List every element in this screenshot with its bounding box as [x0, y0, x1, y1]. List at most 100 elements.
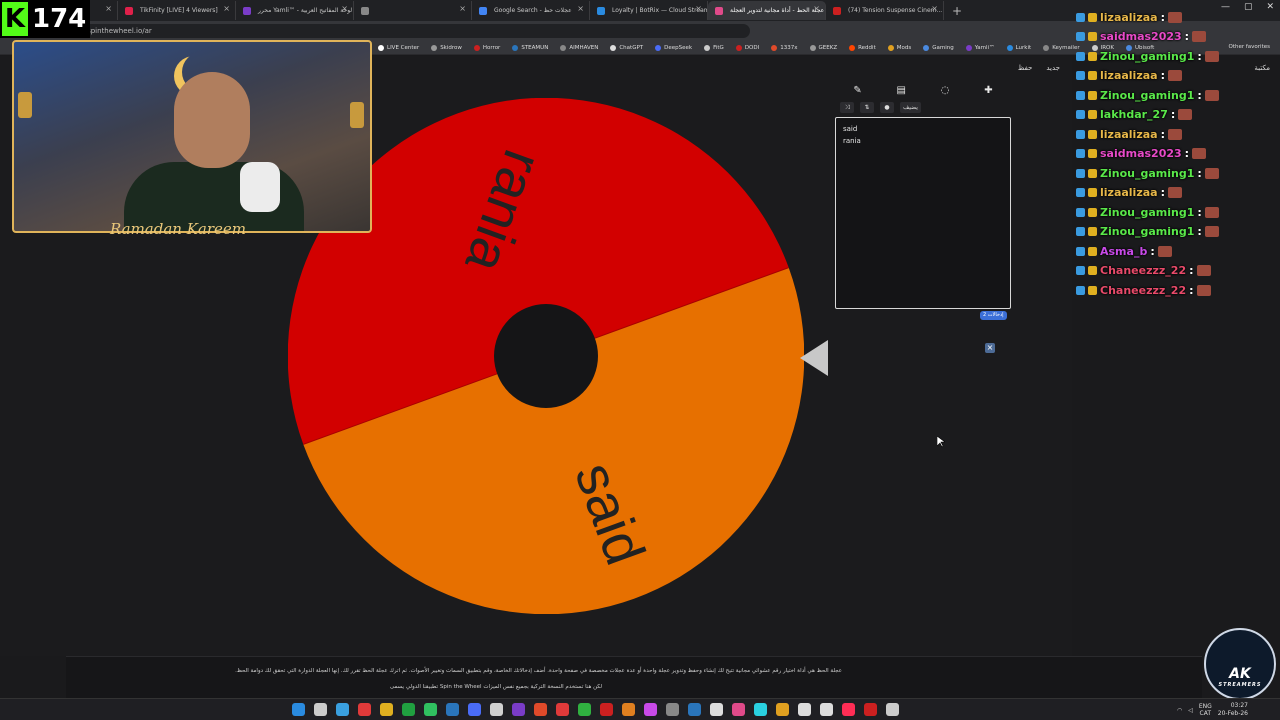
- chat-emote-icon: [1204, 50, 1219, 62]
- taskbar-app-icon[interactable]: [864, 703, 877, 716]
- taskbar-app-icon[interactable]: [644, 703, 657, 716]
- browser-tab[interactable]: محرر Yamli™ - لوحة المفاتيح العربية ×: [236, 1, 354, 20]
- hide-icon[interactable]: ◌: [941, 85, 950, 96]
- taskbar-app-icon[interactable]: [688, 703, 701, 716]
- taskbar-app-icon[interactable]: [424, 703, 437, 716]
- taskbar-app-icon[interactable]: [710, 703, 723, 716]
- taskbar-app-icon[interactable]: [446, 703, 459, 716]
- taskbar-app-icon[interactable]: [578, 703, 591, 716]
- taskbar-app-icon[interactable]: [468, 703, 481, 716]
- taskbar-app-icon[interactable]: [512, 703, 525, 716]
- clipboard-icon[interactable]: ▤: [897, 85, 906, 96]
- tab-close-icon[interactable]: ×: [459, 4, 466, 13]
- taskbar-app-icon[interactable]: [490, 703, 503, 716]
- crown-badge-icon: [1088, 168, 1097, 178]
- taskbar-app-icon[interactable]: [622, 703, 635, 716]
- taskbar-app-icon[interactable]: [534, 703, 547, 716]
- taskbar-app-icon[interactable]: [754, 703, 767, 716]
- browser-tab[interactable]: (74) Tension Suspense Cinem... ×: [826, 1, 944, 20]
- bookmark-item[interactable]: DeepSeek: [649, 44, 698, 51]
- tab-label: (74) Tension Suspense Cinem...: [848, 7, 943, 14]
- bookmark-item[interactable]: Horror: [468, 44, 506, 51]
- taskbar-app-icon[interactable]: [358, 703, 371, 716]
- tab-close-icon[interactable]: ×: [931, 4, 938, 13]
- sort-button[interactable]: ⇅: [860, 101, 874, 113]
- volume-icon[interactable]: ◁: [1188, 707, 1193, 714]
- bookmark-item[interactable]: GEEKZ: [804, 44, 844, 51]
- browser-tab[interactable]: TikFinity [LIVE] 4 Viewers] ×: [118, 1, 236, 20]
- browser-tab[interactable]: Loyalty | BotRix — Cloud Streamin ×: [590, 1, 708, 20]
- bookmark-item[interactable]: Skidrow: [425, 44, 468, 51]
- chat-badge-icon: [1076, 129, 1085, 139]
- taskbar-app-icon[interactable]: [292, 703, 305, 716]
- save-wheel-button[interactable]: حفظ: [1018, 64, 1033, 72]
- tab-close-icon[interactable]: ×: [341, 4, 348, 13]
- tab-close-icon[interactable]: ×: [813, 4, 820, 13]
- new-wheel-button[interactable]: جديد: [1046, 64, 1060, 72]
- taskbar-app-icon[interactable]: [842, 703, 855, 716]
- bookmark-item[interactable]: Lurkit: [1001, 44, 1038, 51]
- add-image-button[interactable]: يضيف: [900, 101, 921, 113]
- clock[interactable]: 03:27 20-Feb-26: [1218, 702, 1248, 718]
- taskbar-app-icon[interactable]: [732, 703, 745, 716]
- taskbar-app-icon[interactable]: [600, 703, 613, 716]
- bookmark-icon: [378, 44, 384, 51]
- shuffle-button[interactable]: ⤨: [840, 101, 854, 113]
- chat-username: Zinou_gaming1: [1100, 166, 1195, 180]
- bookmark-item[interactable]: ChatGPT: [604, 44, 649, 51]
- chat-separator: :: [1197, 205, 1202, 219]
- chat-emote-icon: [1204, 206, 1219, 218]
- language-indicator[interactable]: ENG: [1199, 703, 1212, 710]
- tab-close-icon[interactable]: ×: [695, 4, 702, 13]
- bookmark-icon: [473, 44, 480, 51]
- bookmark-icon: [1006, 44, 1013, 51]
- chat-emote-icon: [1204, 89, 1219, 101]
- taskbar-app-icon[interactable]: [820, 703, 833, 716]
- bookmark-item[interactable]: Yamli™: [960, 44, 1001, 51]
- bookmark-item[interactable]: DODI: [730, 44, 765, 51]
- chat-separator: :: [1170, 108, 1176, 121]
- tab-favicon-icon: [125, 7, 133, 15]
- tab-close-icon[interactable]: ×: [223, 4, 230, 13]
- browser-tab[interactable]: عجلة الحظ - أداة مجانية لتدوير العجلة ×: [708, 1, 826, 20]
- bookmark-icon: [923, 44, 930, 51]
- bookmark-item[interactable]: 1337x: [765, 44, 803, 51]
- crown-badge-icon: [1088, 110, 1097, 119]
- taskbar-app-icon[interactable]: [798, 703, 811, 716]
- taskbar-app-icon[interactable]: [380, 703, 393, 716]
- taskbar-app-icon[interactable]: [666, 703, 679, 716]
- chat-emote-icon: [1167, 187, 1182, 198]
- bookmark-item[interactable]: FitG: [698, 44, 730, 51]
- advanced-button[interactable]: ●: [880, 101, 894, 113]
- chat-username: saidmas2023: [1100, 147, 1182, 160]
- tab-label: Google Search - عجلات حظ: [494, 7, 572, 14]
- tab-close-icon[interactable]: ×: [105, 4, 112, 13]
- taskbar-app-icon[interactable]: [402, 703, 415, 716]
- taskbar-app-icon[interactable]: [776, 703, 789, 716]
- taskbar-app-icon[interactable]: [886, 703, 899, 716]
- browser-tab[interactable]: ×: [354, 1, 472, 20]
- bookmark-item[interactable]: Gaming: [917, 44, 960, 51]
- crown-badge-icon: [1088, 90, 1097, 100]
- bookmark-item[interactable]: Reddit: [843, 44, 882, 51]
- url-field[interactable]: https://spinthewheel.io/ar: [50, 24, 750, 38]
- chat-message: Zinou_gaming1:: [1076, 203, 1219, 221]
- taskbar-app-icon[interactable]: [336, 703, 349, 716]
- theme-icon[interactable]: ✚: [984, 85, 992, 96]
- bookmark-item[interactable]: AIMHAVEN: [554, 44, 604, 51]
- wifi-icon[interactable]: ◠: [1177, 707, 1182, 714]
- bookmark-item[interactable]: LIVE Center: [372, 44, 425, 51]
- bookmark-item[interactable]: Mods: [882, 44, 917, 51]
- entries-textarea[interactable]: said rania: [835, 117, 1011, 309]
- taskbar-app-icon[interactable]: [556, 703, 569, 716]
- chat-message: lizaalizaa:: [1076, 8, 1182, 26]
- edit-icon[interactable]: ✎: [853, 85, 861, 96]
- tab-close-icon[interactable]: ×: [577, 4, 584, 13]
- bookmark-item[interactable]: STEAMUN: [506, 44, 554, 51]
- close-icon[interactable]: ×: [985, 343, 995, 353]
- new-tab-button[interactable]: +: [952, 4, 962, 18]
- chat-username: Zinou_gaming1: [1100, 49, 1195, 63]
- browser-tab[interactable]: Google Search - عجلات حظ ×: [472, 1, 590, 20]
- wheel-center-hub: [494, 304, 598, 408]
- taskbar-app-icon[interactable]: [314, 703, 327, 716]
